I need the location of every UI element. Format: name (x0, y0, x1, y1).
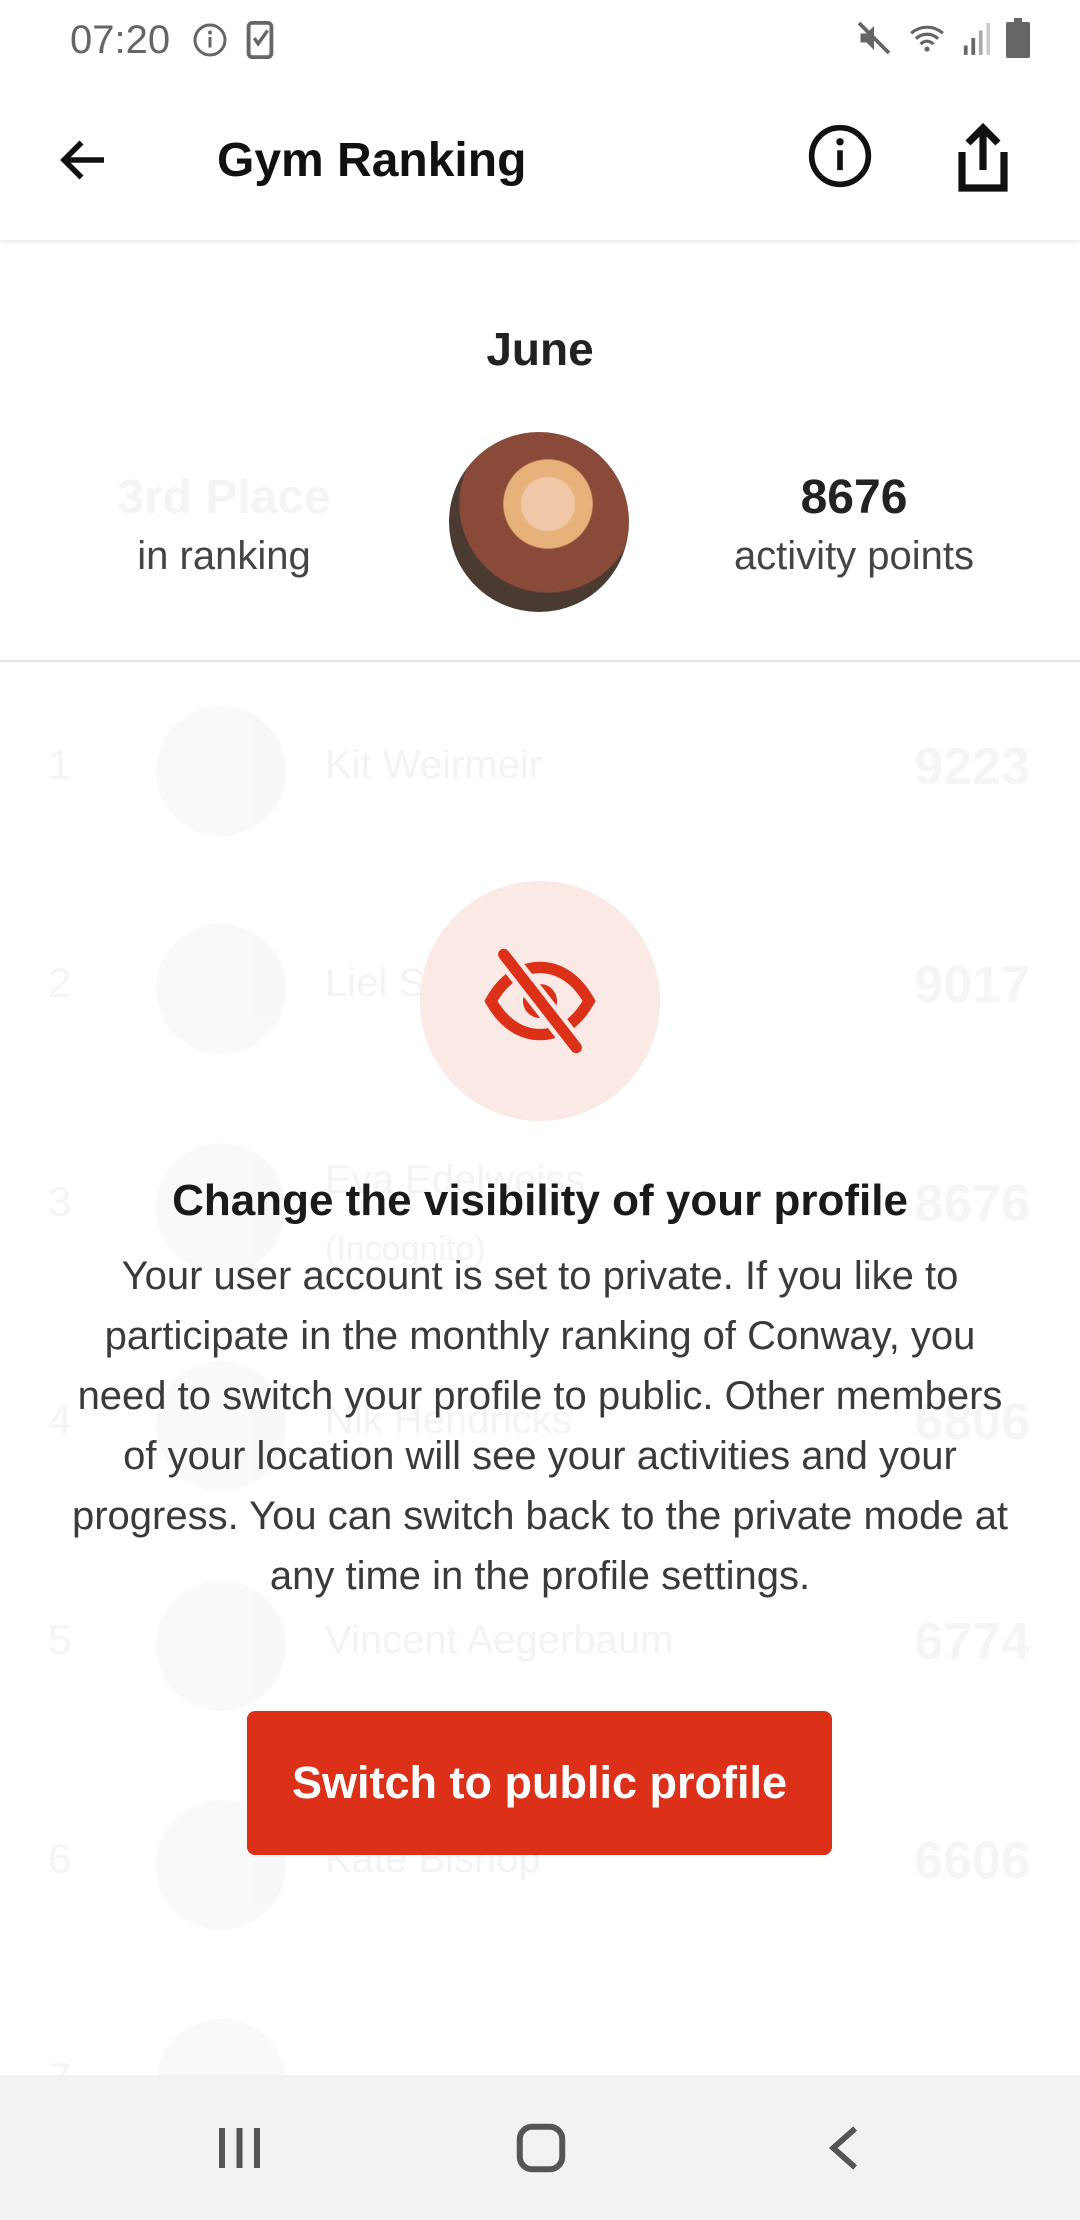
switch-to-public-button[interactable]: Switch to public profile (247, 1711, 832, 1855)
points-label: activity points (733, 534, 975, 578)
back-icon[interactable] (826, 2123, 860, 2178)
place-label: in ranking (137, 534, 311, 578)
system-nav-bar (0, 2075, 1080, 2220)
eye-off-icon (484, 948, 596, 1054)
device-check-icon (246, 21, 274, 59)
wifi-icon (910, 25, 944, 52)
home-icon[interactable] (516, 2123, 566, 2178)
points-value: 8676 (800, 471, 908, 524)
place-value: 3rd Place (117, 471, 331, 524)
page-title: Gym Ranking (217, 133, 527, 187)
dialog-title: Change the visibility of your profile (172, 1176, 908, 1225)
status-bar: 07:20 (0, 0, 1080, 80)
mute-icon (857, 21, 891, 55)
app-bar: Gym Ranking (0, 80, 1080, 240)
battery-icon (1006, 18, 1030, 58)
status-time: 07:20 (70, 17, 171, 62)
dialog-body: Your user account is set to private. If … (71, 1254, 1009, 1598)
share-icon[interactable] (952, 122, 1014, 194)
points-stat: 8676 activity points (644, 470, 1064, 579)
user-avatar (449, 432, 629, 612)
ranking-month: June (486, 323, 594, 375)
info-icon[interactable] (806, 122, 874, 190)
place-stat: 3rd Place in ranking (14, 470, 434, 579)
signal-icon (963, 23, 991, 55)
recent-apps-icon[interactable] (216, 2123, 262, 2178)
back-arrow-icon[interactable] (54, 130, 114, 190)
info-icon (193, 23, 227, 57)
eye-off-badge (420, 881, 660, 1121)
